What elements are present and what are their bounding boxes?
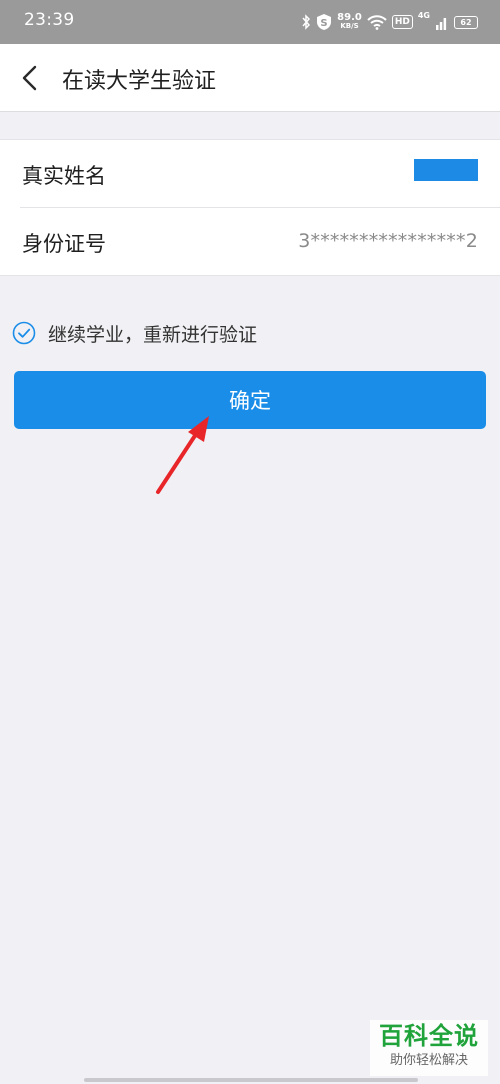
id-number-label: 身份证号: [22, 232, 106, 256]
watermark-logo: 百科全说 助你轻松解决: [370, 1020, 488, 1076]
continue-study-label: 继续学业，重新进行验证: [48, 323, 258, 346]
home-indicator: [84, 1078, 418, 1082]
annotation-arrow: [156, 416, 209, 494]
chevron-left-icon[interactable]: [18, 64, 44, 92]
check-circle-icon[interactable]: [12, 321, 36, 345]
watermark-subtitle: 助你轻松解决: [389, 1053, 468, 1068]
network-speed-unit: KB/S: [340, 22, 359, 30]
continue-study-checkbox[interactable]: 继续学业，重新进行验证: [12, 318, 257, 348]
network-speed-value: 89.0: [337, 12, 362, 23]
real-name-label: 真实姓名: [22, 164, 106, 188]
signal-icon: [436, 18, 447, 30]
status-bar: 23:39 S 89.0 KB/S HD 4G 62: [0, 0, 500, 44]
status-time: 23:39: [24, 10, 75, 30]
status-icons: S 89.0 KB/S HD 4G 62: [301, 9, 478, 35]
identity-form: 真实姓名 身份证号 3****************2: [0, 139, 500, 276]
nav-bar: 在读大学生验证: [0, 44, 500, 112]
watermark-title: 百科全说: [379, 1022, 479, 1050]
id-number-value: 3****************2: [298, 230, 478, 252]
bluetooth-icon: [302, 14, 311, 30]
confirm-button[interactable]: 确定: [14, 371, 486, 429]
svg-text:S: S: [321, 18, 328, 29]
real-name-row: 真实姓名: [0, 140, 500, 207]
battery-icon: 62: [454, 15, 478, 29]
network-type: 4G: [417, 11, 430, 20]
page-title: 在读大学生验证: [62, 69, 217, 94]
hd-badge: HD: [391, 15, 413, 29]
id-number-row: 身份证号 3****************2: [0, 208, 500, 275]
real-name-value-masked: [414, 159, 478, 181]
wifi-icon: [367, 15, 387, 30]
shield-icon: S: [317, 14, 332, 30]
network-speed: 89.0 KB/S: [337, 13, 362, 31]
